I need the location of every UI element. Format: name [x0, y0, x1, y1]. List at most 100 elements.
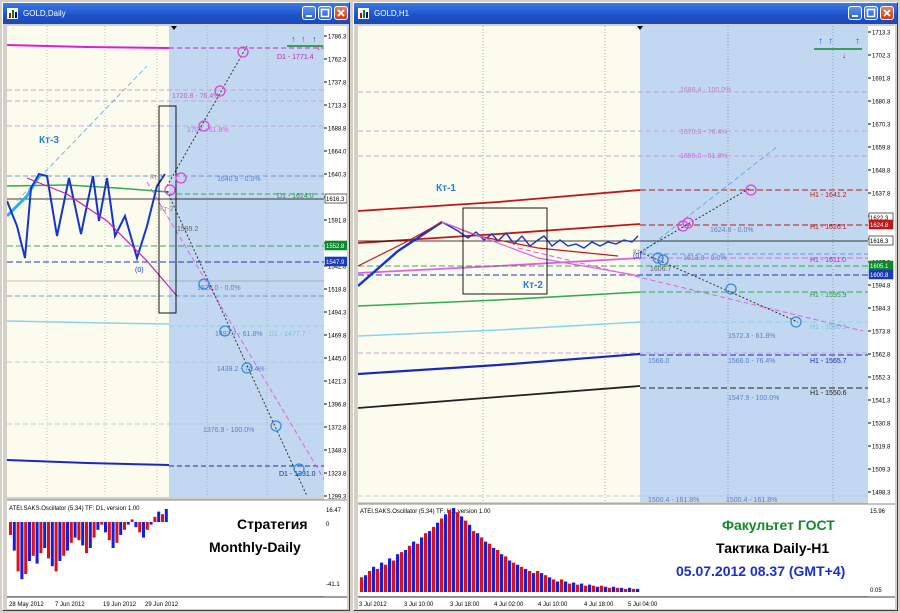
close-icon [883, 9, 891, 17]
h1-osc-bar [452, 508, 456, 592]
daily-osc-bar [24, 522, 28, 574]
daily-price-tick-label: 1664.0 [328, 150, 347, 156]
h1-level-label: 1500.4 - 161.8% [648, 497, 699, 504]
daily-osc-bar [9, 522, 12, 535]
h1-osc-bar [548, 577, 552, 592]
daily-time-tick-label: 19 Jun 2012 [103, 602, 137, 608]
h1-level-label: 1606.7 [650, 266, 672, 273]
daily-osc-bar [54, 522, 58, 572]
faculty-overlay-title: Факультет ГОСТ [722, 517, 835, 533]
up-arrow-icon: ↑ [855, 36, 860, 47]
h1-level-label: 1566.0 - 76.4% [728, 358, 775, 365]
close-button[interactable] [880, 6, 894, 20]
h1-zero-label: (0) [633, 253, 642, 260]
h1-osc-bar [436, 522, 440, 592]
daily-price-tick-label: 1713.3 [328, 104, 347, 110]
h1-osc-bar [492, 547, 496, 592]
daily-price-tick-label: 1737.8 [328, 81, 347, 87]
h1-level-label: H1 - 1611.0 [810, 257, 846, 264]
daily-level-label: 1720.8 - 76.4% [172, 93, 219, 100]
h1-time-tick-label: 3 Jul 10:00 [404, 602, 434, 608]
daily-osc-bar [164, 509, 168, 522]
h1-osc-bar [468, 524, 472, 592]
daily-osc-bar [153, 516, 157, 522]
daily-osc-title: ATEI.SAKS.Oscillator (5,34) TF: D1, vers… [9, 506, 140, 512]
daily-level-label: 1707 - 61.8% [187, 127, 229, 134]
h1-osc-bar [560, 579, 564, 592]
daily-osc-bar [130, 519, 134, 522]
daily-osc-bar [16, 522, 20, 572]
h1-price-tick-label: 1562.8 [872, 353, 891, 359]
h1-time-tick-label: 4 Jul 02:00 [494, 602, 524, 608]
h1-price-tick-label: 1519.8 [872, 445, 891, 451]
daily-osc-bar [20, 522, 24, 580]
h1-window-title: GOLD,H1 [374, 9, 410, 18]
daily-chart-window[interactable]: GOLD,Daily D1 - 1771.4 1720.8 - 76.4% 1707… [2, 2, 350, 611]
daily-price-tick-label: 1396.8 [328, 403, 347, 409]
h1-osc-bar [396, 554, 400, 592]
h1-osc-bar [624, 588, 628, 592]
h1-osc-bar [364, 575, 368, 592]
daily-osc-bar [145, 522, 149, 530]
h1-kt1-label: Кт-1 [436, 183, 456, 194]
h1-osc-bar [600, 585, 604, 592]
h1-title-bar[interactable]: GOLD,H1 [354, 3, 897, 24]
up-arrow-icon: ↑ [301, 34, 306, 44]
h1-osc-bar [544, 575, 548, 592]
h1-level-label: 1500.4 - 161.8% [726, 497, 777, 504]
h1-time-tick-label: 3 Jul 2012 [359, 602, 387, 608]
h1-osc-bar [500, 554, 504, 592]
daily-window-title: GOLD,Daily [23, 9, 66, 18]
daily-kt2-label: Кт-2 [160, 206, 174, 213]
h1-time-axis-bg [358, 597, 895, 609]
close-button[interactable] [334, 6, 348, 20]
h1-osc-bar [596, 586, 600, 592]
h1-level-label: 1688.4 - 100.0% [680, 87, 731, 94]
h1-osc-bar [588, 584, 592, 592]
h1-osc-bar [592, 585, 596, 592]
h1-osc-bar [512, 562, 516, 592]
daily-osc-bar [111, 522, 115, 548]
h1-osc-bar [556, 581, 560, 592]
up-arrow-icon: ↑ [291, 34, 296, 44]
daily-osc-bar [96, 522, 100, 530]
daily-osc-bar [92, 522, 96, 538]
daily-osc-bar [142, 522, 145, 538]
h1-osc-bar [476, 533, 480, 592]
h1-osc-title: ATEI.SAKS.Oscillator (5,34) TF: H1, vers… [360, 509, 491, 515]
h1-osc-bar [380, 562, 384, 592]
h1-osc-bar [584, 585, 588, 592]
h1-osc-bar [616, 587, 620, 592]
h1-price-tick-label: 1573.8 [872, 330, 891, 336]
daily-level-label: D1 - 1477.7 [269, 331, 306, 338]
h1-osc-bar [368, 571, 372, 592]
daily-level-label: 1439.2 - 76.4% [217, 366, 264, 373]
maximize-button[interactable] [318, 6, 332, 20]
h1-osc-bar [580, 583, 584, 592]
daily-time-axis: 28 May 2012 7 Jun 2012 19 Jun 2012 29 Jun 2… [7, 596, 347, 609]
minimize-button[interactable] [302, 6, 316, 20]
h1-price-tick-label: 1552.3 [872, 376, 891, 382]
h1-osc-bar [480, 537, 484, 592]
daily-price-tag-label: 1552.8 [326, 244, 345, 250]
daily-osc-bar [66, 522, 69, 551]
h1-price-tick-label: 1691.8 [872, 77, 891, 83]
daily-zero-label: (0) [135, 267, 144, 274]
daily-title-bar[interactable]: GOLD,Daily [3, 3, 349, 24]
daily-osc-bar [107, 522, 111, 541]
minimize-button[interactable] [848, 6, 862, 20]
daily-osc-bar [88, 522, 92, 548]
h1-osc-bar [420, 537, 424, 592]
daily-price-tick-label: 1372.8 [328, 426, 347, 432]
down-arrow-icon: ↓ [842, 51, 846, 60]
daily-osc-bar [47, 522, 50, 559]
close-icon [337, 9, 345, 17]
h1-osc-bar [564, 581, 568, 592]
h1-osc-bar [568, 583, 572, 592]
daily-time-tick-label: 7 Jun 2012 [55, 602, 85, 608]
maximize-button[interactable] [864, 6, 878, 20]
h1-price-tick-label: 1509.3 [872, 468, 891, 474]
h1-chart-window[interactable]: GOLD,H1 1688.4 - 100.0% 1670.3 - 76.4% 165… [353, 2, 898, 611]
h1-level-label: H1 - 1626.1 [810, 224, 847, 231]
tactic-overlay-subtitle: Тактика Daily-H1 [716, 540, 830, 556]
